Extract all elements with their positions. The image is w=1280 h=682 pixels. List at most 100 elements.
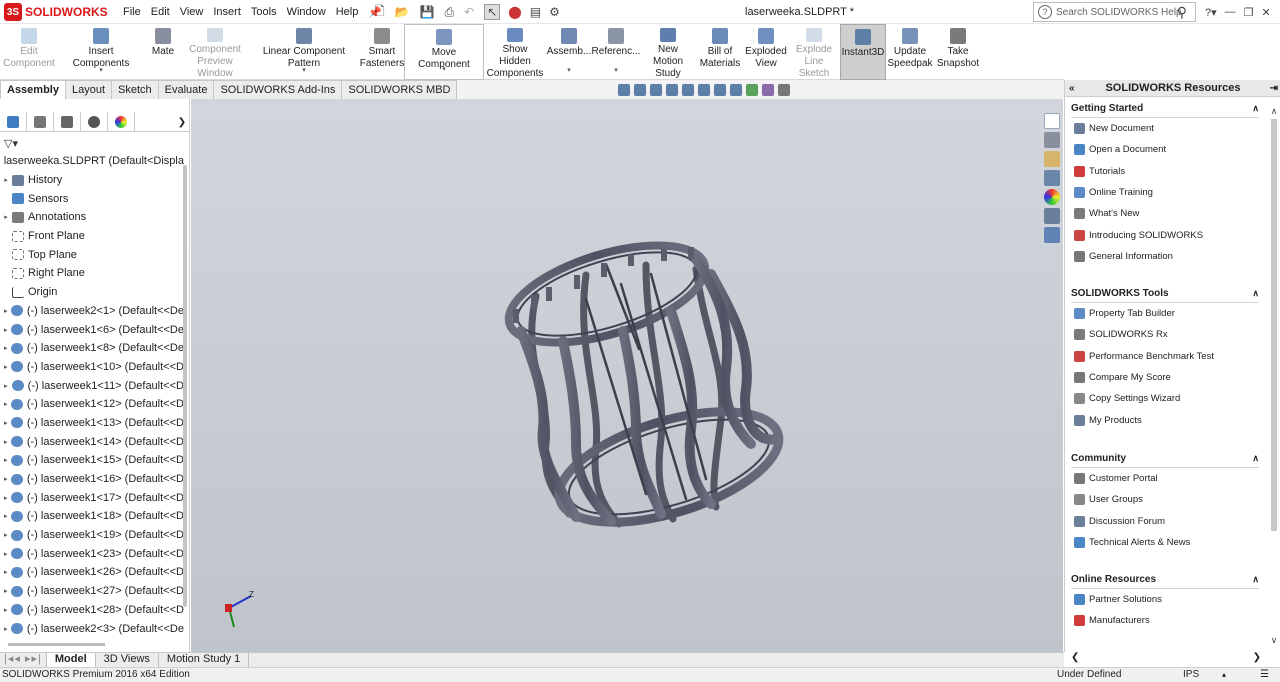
restore-icon[interactable]: ❐: [1244, 6, 1254, 19]
section-header[interactable]: Getting Started ∧: [1071, 100, 1259, 118]
tree-feature[interactable]: Sensors: [0, 189, 184, 208]
expand-arrow-icon[interactable]: ▸: [0, 344, 11, 352]
units-system[interactable]: IPS: [1183, 668, 1199, 682]
insert-components-button[interactable]: Insert Components ▾: [58, 24, 144, 80]
status-options-icon[interactable]: ☰: [1260, 668, 1269, 682]
chevron-down-icon[interactable]: ▾: [567, 65, 571, 77]
display-style-icon[interactable]: [714, 84, 726, 96]
tab-evaluate[interactable]: Evaluate: [157, 80, 215, 99]
hide-show-items-icon[interactable]: [730, 84, 742, 96]
tree-horizontal-scrollbar[interactable]: [8, 643, 105, 646]
resource-link[interactable]: SOLIDWORKS Rx: [1071, 324, 1259, 345]
collapse-icon[interactable]: «: [1069, 80, 1075, 97]
collapse-chevron-icon[interactable]: ∧: [1252, 103, 1259, 114]
expand-arrow-icon[interactable]: ▸: [0, 587, 11, 595]
collapse-chevron-icon[interactable]: ∧: [1252, 574, 1259, 585]
move-component-button[interactable]: Move Component ▾: [404, 24, 484, 80]
resource-link[interactable]: Introducing SOLIDWORKS: [1071, 224, 1259, 245]
expand-arrow-icon[interactable]: ▸: [0, 606, 11, 614]
tree-component[interactable]: ▸ (-) laserweek1<17> (Default<<D: [0, 488, 184, 507]
select-icon[interactable]: ↖: [484, 4, 501, 20]
expand-arrow-icon[interactable]: ▸: [0, 494, 11, 502]
expand-arrow-icon[interactable]: ▸: [0, 550, 11, 558]
scroll-up-icon[interactable]: ∧: [1269, 106, 1279, 117]
graphics-area[interactable]: Z: [191, 99, 1063, 652]
search-icon[interactable]: ⚲: [1177, 4, 1187, 21]
forum-icon[interactable]: [1044, 227, 1060, 243]
resources-scrollbar[interactable]: ∧ ∨: [1269, 106, 1279, 646]
new-motion-study-button[interactable]: New Motion Study: [640, 24, 696, 80]
expand-arrow-icon[interactable]: ▸: [0, 531, 11, 539]
tree-feature[interactable]: Front Plane: [0, 227, 184, 246]
menu-file[interactable]: File: [118, 6, 146, 18]
collapse-chevron-icon[interactable]: ∧: [1252, 288, 1259, 299]
menu-edit[interactable]: Edit: [146, 6, 175, 18]
tree-component[interactable]: ▸ (-) laserweek2<3> (Default<<De: [0, 619, 184, 638]
explode-line-sketch-button[interactable]: Explode Line Sketch: [788, 24, 840, 80]
view-settings-icon[interactable]: [778, 84, 790, 96]
edit-component-button[interactable]: Edit Component: [0, 24, 58, 80]
resource-link[interactable]: Compare My Score: [1071, 367, 1259, 388]
tree-component[interactable]: ▸ (-) laserweek1<28> (Default<<D: [0, 601, 184, 620]
mate-button[interactable]: Mate: [144, 24, 182, 80]
open-icon[interactable]: 📂: [395, 5, 410, 19]
expand-arrow-icon[interactable]: ▸: [0, 400, 11, 408]
dynamic-annotation-icon[interactable]: [682, 84, 694, 96]
section-header[interactable]: Community ∧: [1071, 450, 1259, 468]
zoom-area-icon[interactable]: [634, 84, 646, 96]
collapse-chevron-icon[interactable]: ∧: [1252, 453, 1259, 464]
tree-feature[interactable]: ▸ Annotations: [0, 208, 184, 227]
configuration-manager-tab[interactable]: [54, 112, 81, 132]
tab-navigation-arrows[interactable]: |◂◂ ▸▸|: [0, 653, 47, 667]
resources-hscroll[interactable]: ❮ ❯: [1071, 652, 1261, 664]
file-properties-icon[interactable]: ▤: [530, 5, 541, 19]
expand-arrow-icon[interactable]: ▸: [0, 363, 11, 371]
filter-icon[interactable]: ▽▾: [4, 137, 18, 150]
scroll-left-icon[interactable]: ❮: [1071, 652, 1079, 664]
tab-motion-study[interactable]: Motion Study 1: [159, 653, 250, 667]
dimxpert-tab[interactable]: [81, 112, 108, 132]
rebuild-icon[interactable]: ⬤: [508, 5, 521, 19]
tree-component[interactable]: ▸ (-) laserweek1<13> (Default<<D: [0, 414, 184, 433]
expand-arrow-icon[interactable]: ▸: [0, 438, 11, 446]
resource-link[interactable]: General Information: [1071, 246, 1259, 267]
design-library-icon[interactable]: [1044, 132, 1060, 148]
lantern-model[interactable]: [498, 226, 792, 544]
tab-mbd[interactable]: SOLIDWORKS MBD: [341, 80, 458, 99]
help-dropdown-icon[interactable]: ?▾: [1205, 6, 1217, 19]
update-speedpak-button[interactable]: Update Speedpak: [886, 24, 934, 80]
tab-model[interactable]: Model: [46, 653, 96, 667]
exploded-view-button[interactable]: Exploded View: [744, 24, 788, 80]
tree-component[interactable]: ▸ (-) laserweek1<14> (Default<<D: [0, 432, 184, 451]
tree-component[interactable]: ▸ (-) laserweek1<18> (Default<<D: [0, 507, 184, 526]
expand-arrow-icon[interactable]: ▸: [0, 568, 11, 576]
tree-component[interactable]: ▸ (-) laserweek1<23> (Default<<D: [0, 544, 184, 563]
view-palette-icon[interactable]: [1044, 170, 1060, 186]
reference-geometry-button[interactable]: Referenc... ▾: [592, 24, 640, 80]
appearances-icon[interactable]: [1044, 189, 1060, 205]
tree-feature[interactable]: Origin: [0, 283, 184, 302]
expand-arrow-icon[interactable]: ▸: [0, 625, 11, 633]
resource-link[interactable]: Open a Document: [1071, 139, 1259, 160]
resource-link[interactable]: Online Training: [1071, 182, 1259, 203]
resource-link[interactable]: Customer Portal: [1071, 468, 1259, 489]
scroll-down-icon[interactable]: ∨: [1269, 635, 1279, 646]
tab-addins[interactable]: SOLIDWORKS Add-Ins: [213, 80, 343, 99]
resource-link[interactable]: My Products: [1071, 409, 1259, 430]
chevron-down-icon[interactable]: ▾: [302, 65, 306, 77]
resource-link[interactable]: Tutorials: [1071, 161, 1259, 182]
scroll-thumb[interactable]: [1271, 119, 1277, 531]
section-header[interactable]: Online Resources ∧: [1071, 571, 1259, 589]
resource-link[interactable]: New Document: [1071, 118, 1259, 139]
linear-pattern-button[interactable]: Linear Component Pattern ▾: [248, 24, 360, 80]
chevron-down-icon[interactable]: ▾: [442, 64, 446, 76]
new-document-icon[interactable]: 🗋: [375, 2, 385, 23]
tree-component[interactable]: ▸ (-) laserweek1<10> (Default<<D: [0, 358, 184, 377]
display-manager-tab[interactable]: [108, 112, 135, 132]
expand-arrow-icon[interactable]: ▸: [0, 382, 12, 390]
section-view-icon[interactable]: [666, 84, 678, 96]
units-chevron-icon[interactable]: ▴: [1222, 668, 1226, 682]
expand-arrow-icon[interactable]: ▸: [0, 326, 11, 334]
menu-insert[interactable]: Insert: [208, 6, 246, 18]
tree-component[interactable]: ▸ (-) laserweek1<19> (Default<<D: [0, 526, 184, 545]
